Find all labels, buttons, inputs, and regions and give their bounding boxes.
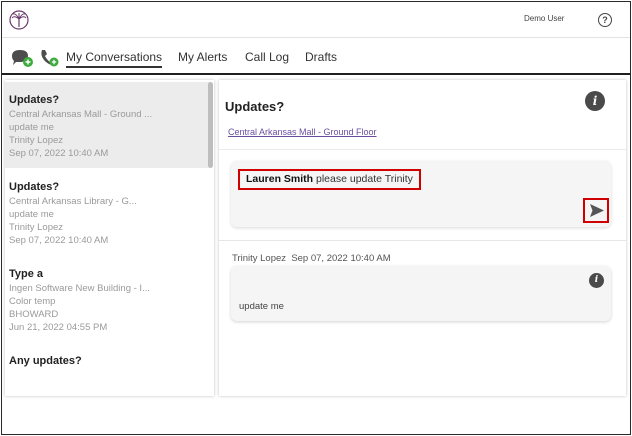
conversation-item[interactable]: Updates? Central Arkansas Library - G...…	[5, 169, 209, 255]
conversation-location: Central Arkansas Library - G...	[9, 196, 137, 207]
conversation-timestamp: Sep 07, 2022 10:40 AM	[9, 148, 109, 159]
conversation-title: Updates?	[9, 181, 60, 193]
conversation-detail: Updates? i Central Arkansas Mall - Groun…	[219, 80, 626, 396]
message-author: Trinity Lopez	[232, 253, 287, 264]
conversation-last-message: update me	[9, 209, 54, 220]
divider	[219, 240, 626, 241]
conversation-last-message: Color temp	[9, 296, 56, 307]
message-info-icon[interactable]: i	[589, 273, 604, 288]
conversation-timestamp: Jun 21, 2022 04:55 PM	[9, 322, 108, 333]
chat-add-icon[interactable]	[10, 48, 34, 68]
tab-my-alerts[interactable]: My Alerts	[178, 50, 227, 64]
conversation-detail-title: Updates?	[225, 99, 285, 114]
compose-text[interactable]: Lauren Smith please update Trinity	[238, 169, 421, 190]
conversation-item[interactable]: Type a Ingen Software New Building - I..…	[5, 256, 209, 342]
tab-call-log[interactable]: Call Log	[245, 50, 289, 64]
user-name[interactable]: Demo User	[524, 14, 564, 23]
message-card: i update me	[231, 266, 611, 321]
phone-add-icon[interactable]	[39, 48, 59, 68]
conversation-author: Trinity Lopez	[9, 222, 64, 233]
location-link[interactable]: Central Arkansas Mall - Ground Floor	[228, 127, 377, 137]
list-scrollbar[interactable]	[208, 82, 213, 168]
mention-tag: Lauren Smith	[246, 173, 314, 185]
compose-box[interactable]: Lauren Smith please update Trinity	[231, 161, 611, 227]
conversation-list: Updates? Central Arkansas Mall - Ground …	[5, 80, 214, 396]
top-bar: Demo User ?	[2, 2, 630, 38]
tab-my-conversations[interactable]: My Conversations	[66, 50, 163, 68]
compose-message-text: please update Trinity	[313, 173, 413, 185]
conversation-timestamp: Sep 07, 2022 10:40 AM	[9, 235, 109, 246]
info-icon[interactable]: i	[585, 91, 605, 111]
palm-tree-logo-icon[interactable]	[9, 10, 29, 30]
conversation-author: Trinity Lopez	[9, 135, 64, 146]
help-icon[interactable]: ?	[598, 13, 612, 27]
conversation-title: Any updates?	[9, 355, 82, 367]
nav-bar: My Conversations My Alerts Call Log Draf…	[2, 39, 630, 75]
message-timestamp: Sep 07, 2022 10:40 AM	[291, 253, 391, 264]
divider	[219, 149, 626, 150]
message-body: update me	[239, 301, 284, 312]
conversation-item[interactable]: Updates? Central Arkansas Mall - Ground …	[5, 82, 209, 168]
conversation-item[interactable]: Any updates?	[5, 343, 209, 396]
conversation-location: Ingen Software New Building - I...	[9, 283, 150, 294]
conversation-title: Updates?	[9, 94, 60, 106]
conversation-last-message: update me	[9, 122, 54, 133]
conversation-author: BHOWARD	[9, 309, 59, 320]
send-arrow-icon	[590, 204, 604, 217]
app-window: Demo User ? My Conversations My Alerts C…	[1, 1, 631, 435]
conversation-location: Central Arkansas Mall - Ground ...	[9, 109, 153, 120]
message-meta: Trinity Lopez Sep 07, 2022 10:40 AM	[232, 253, 391, 264]
send-button[interactable]	[583, 198, 609, 223]
conversation-title: Type a	[9, 268, 44, 280]
tab-drafts[interactable]: Drafts	[305, 50, 337, 64]
